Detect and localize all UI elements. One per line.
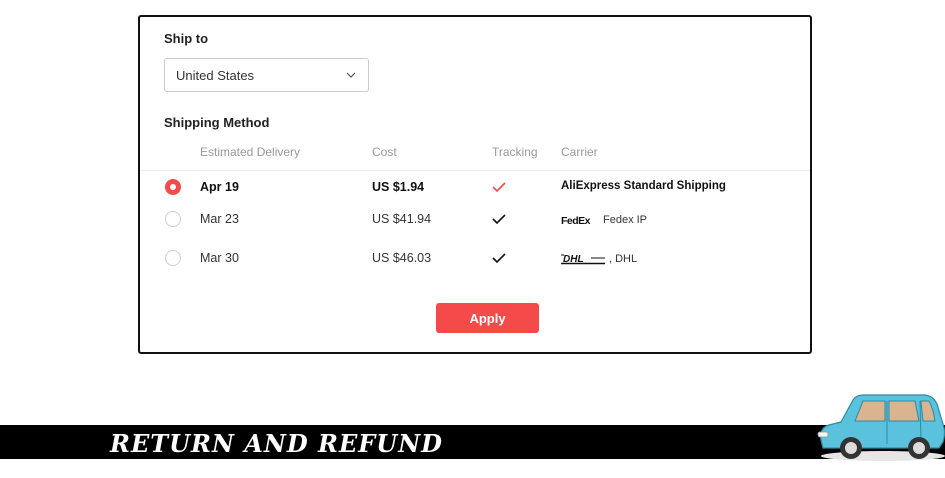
carrier-name: , DHL [609, 253, 638, 265]
shipping-table-header: Estimated Delivery Cost Tracking Carrier [140, 144, 810, 171]
shipping-cost: US $46.03 [372, 251, 432, 265]
column-header-delivery: Estimated Delivery [200, 145, 301, 159]
ship-to-label: Ship to [164, 31, 209, 46]
check-icon [492, 182, 506, 193]
country-select-value: United States [176, 68, 255, 83]
radio-selected[interactable] [165, 179, 181, 195]
banner-title: RETURN AND REFUND [110, 429, 443, 458]
column-header-tracking: Tracking [492, 145, 538, 159]
delivery-date: Mar 30 [200, 251, 239, 265]
fedex-logo: FedEx [561, 215, 591, 227]
chevron-down-icon [346, 72, 356, 78]
radio-unselected[interactable] [165, 250, 181, 266]
shipping-option-row[interactable]: Mar 30 US $46.03 DHL , DHL [140, 242, 810, 276]
column-header-carrier: Carrier [561, 145, 598, 159]
shipping-panel: Ship to United States Shipping Method Es… [138, 15, 812, 354]
check-icon [492, 214, 506, 225]
return-refund-banner: RETURN AND REFUND [0, 425, 945, 459]
column-header-cost: Cost [372, 145, 397, 159]
shipping-cost: US $41.94 [372, 212, 432, 226]
dhl-logo: DHL [561, 254, 605, 265]
shipping-option-row[interactable]: Apr 19 US $1.94 AliExpress Standard Ship… [140, 171, 810, 205]
car-icon [817, 394, 945, 461]
shipping-cost: US $1.94 [372, 180, 425, 194]
shipping-method-label: Shipping Method [164, 115, 270, 130]
country-select[interactable]: United States [164, 58, 369, 92]
carrier-name: Fedex IP [603, 214, 648, 226]
radio-unselected[interactable] [165, 211, 181, 227]
apply-button[interactable]: Apply [436, 303, 539, 333]
delivery-date: Apr 19 [200, 180, 239, 194]
carrier-name: AliExpress Standard Shipping [561, 180, 726, 192]
delivery-date: Mar 23 [200, 212, 239, 226]
shipping-option-row[interactable]: Mar 23 US $41.94 FedEx Fedex IP [140, 203, 810, 237]
check-icon [492, 253, 506, 264]
